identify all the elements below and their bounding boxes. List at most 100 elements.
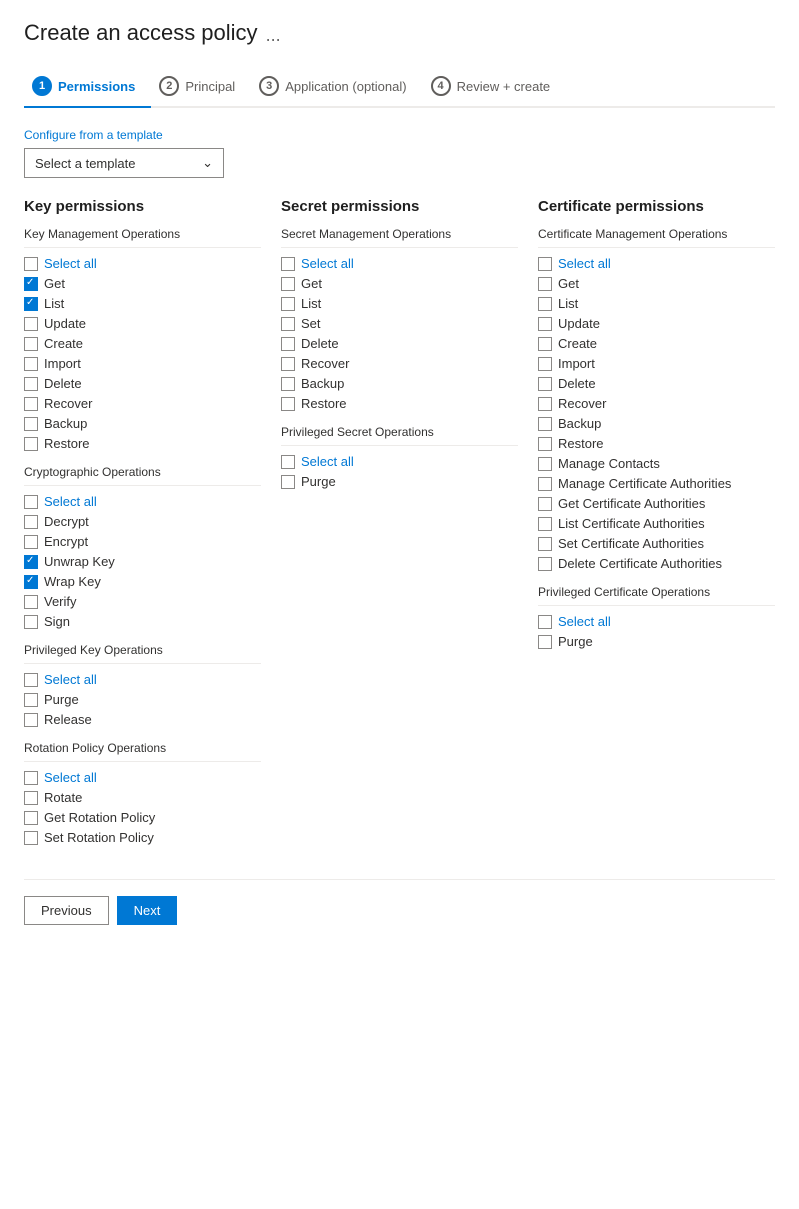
checkbox-s_priv_selectall[interactable] xyxy=(281,455,295,469)
checkbox-s_restore[interactable] xyxy=(281,397,295,411)
checkbox-c_managecontacts[interactable] xyxy=(538,457,552,471)
checkbox-label-k_delete[interactable]: Delete xyxy=(44,376,82,391)
checkbox-label-k_recover[interactable]: Recover xyxy=(44,396,92,411)
checkbox-c_getca[interactable] xyxy=(538,497,552,511)
checkbox-k_sign[interactable] xyxy=(24,615,38,629)
checkbox-c_deleteca[interactable] xyxy=(538,557,552,571)
checkbox-label-k_release[interactable]: Release xyxy=(44,712,92,727)
checkbox-label-k_update[interactable]: Update xyxy=(44,316,86,331)
checkbox-label-c_setca[interactable]: Set Certificate Authorities xyxy=(558,536,704,551)
checkbox-k_get[interactable] xyxy=(24,277,38,291)
checkbox-c_create[interactable] xyxy=(538,337,552,351)
checkbox-s_get[interactable] xyxy=(281,277,295,291)
checkbox-s_backup[interactable] xyxy=(281,377,295,391)
checkbox-c_update[interactable] xyxy=(538,317,552,331)
checkbox-label-c_list[interactable]: List xyxy=(558,296,578,311)
checkbox-label-s_selectall[interactable]: Select all xyxy=(301,256,354,271)
checkbox-label-c_delete[interactable]: Delete xyxy=(558,376,596,391)
checkbox-k_restore[interactable] xyxy=(24,437,38,451)
checkbox-k_unwrapkey[interactable] xyxy=(24,555,38,569)
checkbox-k_priv_selectall[interactable] xyxy=(24,673,38,687)
checkbox-k_release[interactable] xyxy=(24,713,38,727)
checkbox-label-k_encrypt[interactable]: Encrypt xyxy=(44,534,88,549)
checkbox-c_list[interactable] xyxy=(538,297,552,311)
checkbox-label-k_get[interactable]: Get xyxy=(44,276,65,291)
checkbox-label-k_create[interactable]: Create xyxy=(44,336,83,351)
checkbox-label-c_listca[interactable]: List Certificate Authorities xyxy=(558,516,705,531)
checkbox-label-k_decrypt[interactable]: Decrypt xyxy=(44,514,89,529)
checkbox-label-k_selectall[interactable]: Select all xyxy=(44,256,97,271)
checkbox-label-s_purge[interactable]: Purge xyxy=(301,474,336,489)
checkbox-k_rotate[interactable] xyxy=(24,791,38,805)
checkbox-k_update[interactable] xyxy=(24,317,38,331)
checkbox-label-c_get[interactable]: Get xyxy=(558,276,579,291)
checkbox-k_create[interactable] xyxy=(24,337,38,351)
checkbox-k_wrapkey[interactable] xyxy=(24,575,38,589)
checkbox-k_list[interactable] xyxy=(24,297,38,311)
checkbox-c_purge[interactable] xyxy=(538,635,552,649)
checkbox-k_recover[interactable] xyxy=(24,397,38,411)
checkbox-label-s_backup[interactable]: Backup xyxy=(301,376,344,391)
checkbox-k_encrypt[interactable] xyxy=(24,535,38,549)
checkbox-label-c_create[interactable]: Create xyxy=(558,336,597,351)
checkbox-label-c_managecontacts[interactable]: Manage Contacts xyxy=(558,456,660,471)
checkbox-c_delete[interactable] xyxy=(538,377,552,391)
checkbox-s_recover[interactable] xyxy=(281,357,295,371)
checkbox-label-k_wrapkey[interactable]: Wrap Key xyxy=(44,574,101,589)
checkbox-label-s_restore[interactable]: Restore xyxy=(301,396,347,411)
checkbox-k_rot_selectall[interactable] xyxy=(24,771,38,785)
checkbox-c_recover[interactable] xyxy=(538,397,552,411)
checkbox-s_set[interactable] xyxy=(281,317,295,331)
checkbox-label-c_recover[interactable]: Recover xyxy=(558,396,606,411)
checkbox-label-c_selectall[interactable]: Select all xyxy=(558,256,611,271)
checkbox-label-c_priv_selectall[interactable]: Select all xyxy=(558,614,611,629)
checkbox-s_selectall[interactable] xyxy=(281,257,295,271)
checkbox-label-c_getca[interactable]: Get Certificate Authorities xyxy=(558,496,705,511)
wizard-step-review[interactable]: 4Review + create xyxy=(423,66,567,108)
checkbox-c_get[interactable] xyxy=(538,277,552,291)
checkbox-label-k_verify[interactable]: Verify xyxy=(44,594,77,609)
checkbox-c_restore[interactable] xyxy=(538,437,552,451)
checkbox-label-c_import[interactable]: Import xyxy=(558,356,595,371)
wizard-step-permissions[interactable]: 1Permissions xyxy=(24,66,151,108)
wizard-step-application[interactable]: 3Application (optional) xyxy=(251,66,422,108)
checkbox-c_setca[interactable] xyxy=(538,537,552,551)
checkbox-label-c_restore[interactable]: Restore xyxy=(558,436,604,451)
checkbox-c_priv_selectall[interactable] xyxy=(538,615,552,629)
checkbox-label-k_purge[interactable]: Purge xyxy=(44,692,79,707)
checkbox-k_selectall[interactable] xyxy=(24,257,38,271)
checkbox-label-k_setrotpolicy[interactable]: Set Rotation Policy xyxy=(44,830,154,845)
template-dropdown[interactable]: Select a template ⌄ xyxy=(24,148,224,178)
checkbox-k_decrypt[interactable] xyxy=(24,515,38,529)
checkbox-label-s_set[interactable]: Set xyxy=(301,316,321,331)
checkbox-label-s_delete[interactable]: Delete xyxy=(301,336,339,351)
checkbox-s_purge[interactable] xyxy=(281,475,295,489)
checkbox-label-k_rotate[interactable]: Rotate xyxy=(44,790,82,805)
checkbox-label-c_update[interactable]: Update xyxy=(558,316,600,331)
checkbox-k_getrotpolicy[interactable] xyxy=(24,811,38,825)
checkbox-k_import[interactable] xyxy=(24,357,38,371)
checkbox-k_purge[interactable] xyxy=(24,693,38,707)
checkbox-label-c_deleteca[interactable]: Delete Certificate Authorities xyxy=(558,556,722,571)
checkbox-label-s_recover[interactable]: Recover xyxy=(301,356,349,371)
checkbox-k_setrotpolicy[interactable] xyxy=(24,831,38,845)
wizard-step-principal[interactable]: 2Principal xyxy=(151,66,251,108)
checkbox-k_crypto_selectall[interactable] xyxy=(24,495,38,509)
checkbox-label-k_restore[interactable]: Restore xyxy=(44,436,90,451)
checkbox-label-c_purge[interactable]: Purge xyxy=(558,634,593,649)
checkbox-label-k_getrotpolicy[interactable]: Get Rotation Policy xyxy=(44,810,155,825)
checkbox-label-k_priv_selectall[interactable]: Select all xyxy=(44,672,97,687)
checkbox-c_manageca[interactable] xyxy=(538,477,552,491)
checkbox-c_import[interactable] xyxy=(538,357,552,371)
checkbox-label-c_backup[interactable]: Backup xyxy=(558,416,601,431)
checkbox-s_list[interactable] xyxy=(281,297,295,311)
checkbox-label-s_get[interactable]: Get xyxy=(301,276,322,291)
checkbox-label-k_list[interactable]: List xyxy=(44,296,64,311)
checkbox-label-k_import[interactable]: Import xyxy=(44,356,81,371)
checkbox-k_delete[interactable] xyxy=(24,377,38,391)
checkbox-label-c_manageca[interactable]: Manage Certificate Authorities xyxy=(558,476,731,491)
checkbox-k_verify[interactable] xyxy=(24,595,38,609)
checkbox-label-k_rot_selectall[interactable]: Select all xyxy=(44,770,97,785)
next-button[interactable]: Next xyxy=(117,896,178,925)
checkbox-c_backup[interactable] xyxy=(538,417,552,431)
